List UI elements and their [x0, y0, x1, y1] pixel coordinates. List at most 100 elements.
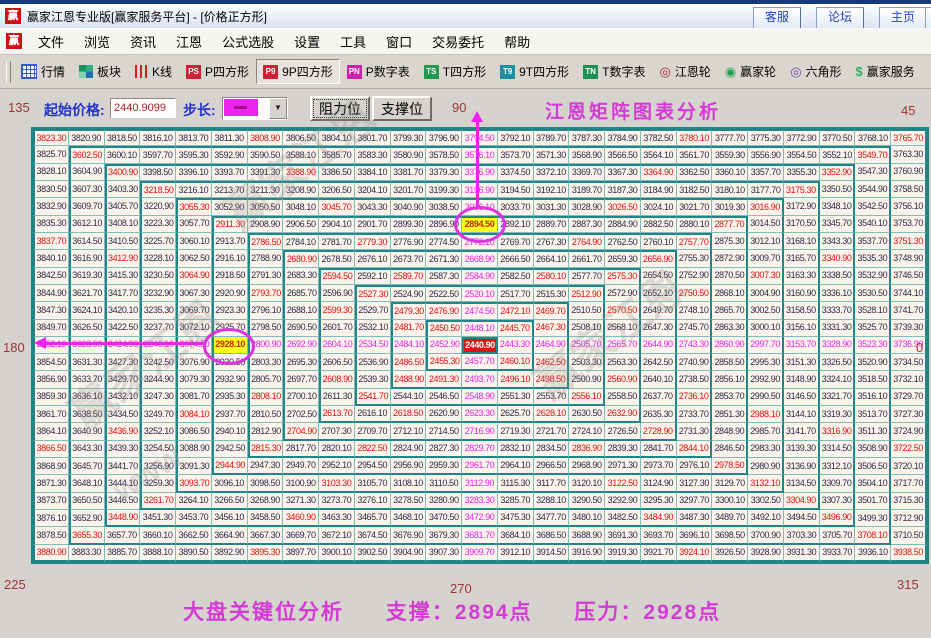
menu-item-news[interactable]: 资讯: [120, 32, 166, 51]
grid-cell: 2551.30: [498, 389, 534, 406]
grid-cell: 3122.50: [605, 475, 641, 492]
grid-cell: 3624.10: [69, 302, 105, 319]
toolbar-item-sectors[interactable]: 板块: [72, 59, 128, 84]
toolbar-item-gann-wheel[interactable]: ◎江恩轮: [652, 59, 717, 84]
grid-cell: 3528.10: [855, 302, 891, 319]
grid-cell: 3676.90: [391, 527, 427, 544]
step-dropdown[interactable]: ▼: [222, 97, 288, 120]
grid-cell: 2668.90: [462, 250, 498, 267]
grid-cell: 2637.70: [641, 389, 677, 406]
grid-cell: 3309.70: [820, 475, 856, 492]
menu-item-gann[interactable]: 江恩: [166, 32, 212, 51]
grid-cell: 3554.50: [784, 146, 820, 163]
grid-cell: 2779.30: [355, 233, 391, 250]
toolbar-item-winner-wheel[interactable]: ◉赢家轮: [718, 59, 783, 84]
grid-cell: 3727.30: [891, 406, 927, 423]
grid-cell: 2608.90: [319, 371, 355, 388]
grid-cell: 2844.10: [677, 441, 713, 458]
grid-cell: 3204.10: [355, 181, 391, 198]
grid-cell: 3184.90: [641, 181, 677, 198]
support-button[interactable]: 支撑位: [372, 96, 432, 121]
status-support: 支撑：2894点: [386, 601, 533, 624]
grid-cell: 3801.70: [355, 129, 391, 146]
grid-cell: 3614.50: [69, 233, 105, 250]
toolbar-item-winner-service[interactable]: $赢家服务: [849, 59, 922, 84]
toolbar-item-hexagon[interactable]: ◎六角形: [783, 59, 848, 84]
grid-cell: 2827.30: [426, 441, 462, 458]
start-price-input[interactable]: [110, 98, 176, 118]
grid-cell: 2664.10: [534, 250, 570, 267]
menu-item-trade[interactable]: 交易委托: [422, 32, 494, 51]
angle-label-270: 270: [450, 581, 472, 596]
grid-cell: 2661.70: [569, 250, 605, 267]
grid-cell: 2709.70: [355, 423, 391, 440]
title-button-service[interactable]: 客服: [753, 7, 801, 29]
menu-bar: 赢 文件浏览资讯江恩公式选股设置工具窗口交易委托帮助: [0, 28, 931, 55]
grid-cell: 2839.30: [605, 441, 641, 458]
toolbar-item-kline[interactable]: K线: [128, 59, 179, 84]
grid-cell: 2820.10: [319, 441, 355, 458]
menu-item-file[interactable]: 文件: [28, 32, 74, 51]
grid-cell: 3880.90: [33, 545, 69, 562]
grid-cell: 3489.70: [712, 510, 748, 527]
grid-cell: 3326.50: [820, 354, 856, 371]
grid-cell: 3177.70: [748, 181, 784, 198]
toolbar-item-9p-square[interactable]: P99P四方形: [256, 59, 340, 84]
grid-cell: 3700.90: [748, 527, 784, 544]
grid-cell: 2671.30: [426, 250, 462, 267]
start-price-label: 起始价格:: [44, 100, 105, 120]
grid-cell: 3578.50: [426, 146, 462, 163]
grid-cell: 2791.30: [248, 268, 284, 285]
grid-cell: 3828.10: [33, 164, 69, 181]
grid-cell: 3619.30: [69, 268, 105, 285]
t-table-icon: TN: [583, 65, 598, 79]
title-bar-button-partial[interactable]: [925, 7, 931, 29]
grid-cell: 3012.10: [748, 233, 784, 250]
grid-cell: 3643.30: [69, 441, 105, 458]
toolbar-grip[interactable]: [6, 61, 11, 83]
menu-item-browse[interactable]: 浏览: [74, 32, 120, 51]
grid-cell: 3453.70: [176, 510, 212, 527]
grid-cell: 2469.70: [534, 302, 570, 319]
grid-cell: 3751.30: [891, 233, 927, 250]
grid-cell: 3074.50: [176, 337, 212, 354]
grid-cell: 3136.90: [784, 458, 820, 475]
grid-cell: 3439.30: [105, 441, 141, 458]
grid-cell: 2772.10: [462, 233, 498, 250]
menu-item-formula-pick[interactable]: 公式选股: [212, 32, 284, 51]
grid-cell: 3268.90: [248, 493, 284, 510]
menu-item-window[interactable]: 窗口: [376, 32, 422, 51]
grid-cell: 3537.70: [855, 233, 891, 250]
title-button-home[interactable]: 主页: [879, 7, 927, 29]
chevron-down-icon[interactable]: ▼: [269, 98, 287, 119]
toolbar-item-label: P四方形: [205, 63, 249, 80]
grid-cell: 3014.50: [748, 216, 784, 233]
grid-cell: 3009.70: [748, 250, 784, 267]
grid-cell: 3352.90: [820, 164, 856, 181]
grid-cell: 3518.50: [855, 371, 891, 388]
toolbar-item-p-table[interactable]: PNP数字表: [340, 59, 417, 84]
grid-cell: 2532.10: [355, 320, 391, 337]
menu-item-settings[interactable]: 设置: [284, 32, 330, 51]
grid-cell: 3148.90: [784, 371, 820, 388]
toolbar-item-t-table[interactable]: TNT数字表: [576, 59, 652, 84]
grid-cell: 3660.10: [140, 527, 176, 544]
grid-cell: 3477.70: [534, 510, 570, 527]
grid-cell: 3540.10: [855, 216, 891, 233]
toolbar-item-quotes[interactable]: 行情: [14, 59, 72, 84]
grid-cell: 2481.70: [391, 320, 427, 337]
grid-cell: 3364.90: [641, 164, 677, 181]
title-button-forum[interactable]: 论坛: [816, 7, 864, 29]
grid-cell: 3672.10: [319, 527, 355, 544]
toolbar-item-9t-square[interactable]: T99T四方形: [493, 59, 576, 84]
resistance-button[interactable]: 阻力位: [310, 96, 370, 121]
grid-cell: 2580.10: [534, 268, 570, 285]
toolbar-item-p-square[interactable]: PSP四方形: [179, 59, 256, 84]
menu-items: 文件浏览资讯江恩公式选股设置工具窗口交易委托帮助: [28, 32, 540, 51]
grid-cell: 3117.70: [534, 475, 570, 492]
menu-item-tools[interactable]: 工具: [330, 32, 376, 51]
grid-cell: 3792.10: [498, 129, 534, 146]
grid-cell: 3086.50: [176, 423, 212, 440]
menu-item-help[interactable]: 帮助: [494, 32, 540, 51]
toolbar-item-t-square[interactable]: TST四方形: [417, 59, 493, 84]
